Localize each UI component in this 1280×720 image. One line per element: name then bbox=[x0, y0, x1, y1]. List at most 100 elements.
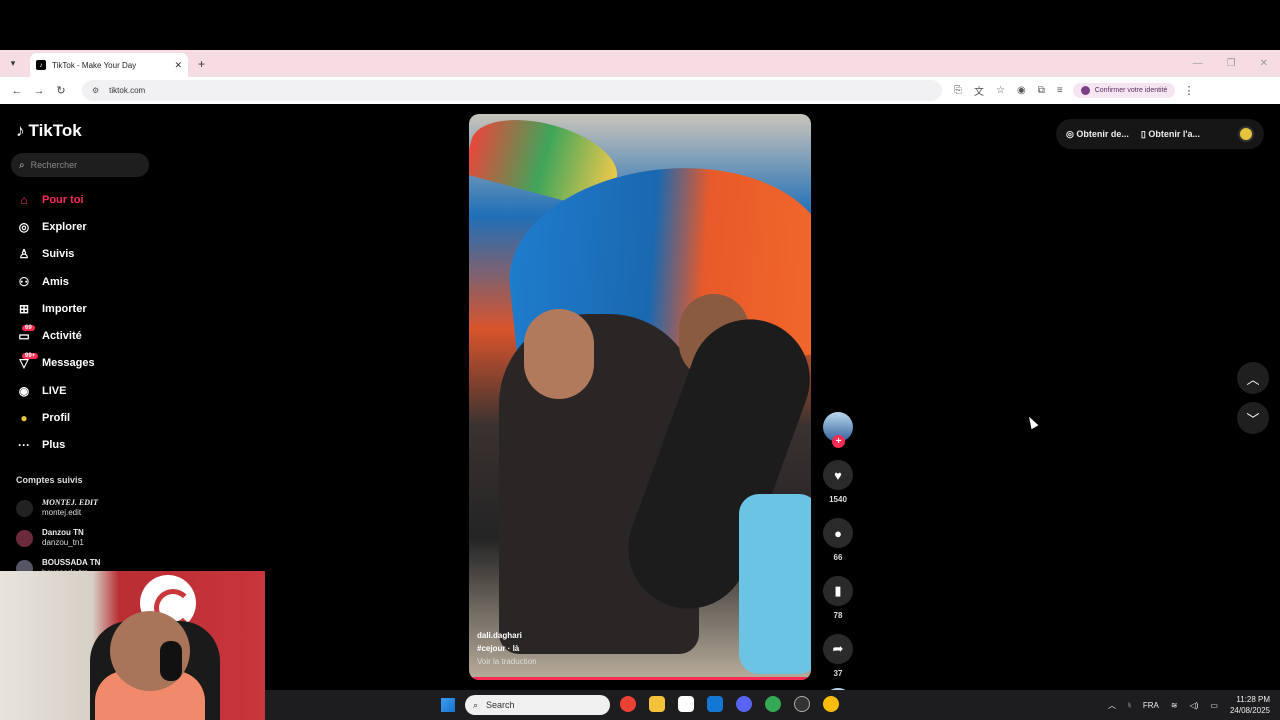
store-icon[interactable] bbox=[678, 696, 694, 712]
sidebar-item-importer[interactable]: ⊞ Importer bbox=[16, 295, 176, 322]
video-hashtags[interactable]: #cejour · là bbox=[477, 642, 537, 655]
obs-icon[interactable] bbox=[794, 696, 810, 712]
sidebar-item-label: Suivis bbox=[42, 248, 75, 261]
followed-username: danzou_tn1 bbox=[42, 538, 84, 547]
like-button[interactable]: ♥ bbox=[823, 460, 853, 490]
video-frame-cloth bbox=[739, 494, 811, 674]
search-input[interactable]: ⌕ Rechercher bbox=[11, 153, 149, 177]
translate-icon[interactable]: 文 bbox=[974, 83, 984, 98]
new-tab-icon[interactable]: + bbox=[198, 57, 205, 71]
tiktok-note-icon: ♪ bbox=[16, 121, 25, 140]
previous-video-button[interactable]: ︿ bbox=[1237, 362, 1269, 394]
install-app-icon[interactable]: ⎘ bbox=[954, 85, 962, 96]
system-tray: ︿ ♮ FRA ≋ ◁) ▭ 11:28 PM 24/08/2025 bbox=[1108, 694, 1270, 716]
file-explorer-icon[interactable] bbox=[649, 696, 665, 712]
followed-display-name: BOUSSADA TN bbox=[42, 558, 101, 567]
tiktok-favicon-icon: ♪ bbox=[36, 60, 46, 70]
video-player[interactable]: dali.daghari #cejour · là Voir la traduc… bbox=[469, 114, 811, 680]
wifi-icon[interactable]: ≋ bbox=[1171, 701, 1178, 710]
profile-icon: ● bbox=[20, 411, 28, 426]
browser-menu-icon[interactable]: ⋮ bbox=[1183, 84, 1194, 97]
video-author[interactable]: dali.daghari bbox=[477, 629, 537, 642]
forward-icon[interactable]: → bbox=[28, 85, 50, 97]
search-icon: ⌕ bbox=[19, 159, 25, 171]
sidebar-item-suivis[interactable]: ♙ Suivis bbox=[16, 241, 176, 268]
close-tab-icon[interactable]: ✕ bbox=[174, 60, 182, 71]
avatar bbox=[16, 529, 33, 547]
taskbar-search[interactable]: ⌕ Search bbox=[465, 695, 610, 715]
top-right-actions: ◎ Obtenir de... ▯ Obtenir l'a... bbox=[1056, 119, 1264, 149]
windows-start-icon[interactable] bbox=[441, 698, 455, 712]
taskbar-apps bbox=[620, 696, 839, 712]
save-button[interactable]: ▮ bbox=[823, 576, 853, 606]
like-count: 1540 bbox=[829, 495, 847, 504]
browser-tab[interactable]: ♪ TikTok - Make Your Day ✕ bbox=[30, 53, 188, 77]
sidebar-item-explorer[interactable]: ◎ Explorer bbox=[16, 213, 176, 240]
window-controls: — ❐ ✕ bbox=[1193, 58, 1280, 69]
sidebar-item-label: LIVE bbox=[42, 384, 67, 397]
url-text: tiktok.com bbox=[109, 86, 146, 95]
windows-taskbar: ⌕ Search ︿ ♮ FRA ≋ ◁) ▭ 11:28 PM 24/08/2… bbox=[265, 690, 1280, 720]
minimize-icon[interactable]: — bbox=[1193, 58, 1203, 69]
battery-icon[interactable]: ▭ bbox=[1210, 701, 1218, 710]
clock[interactable]: 11:28 PM 24/08/2025 bbox=[1230, 694, 1270, 716]
sidebar-item-pour-toi[interactable]: ⌂ Pour toi bbox=[16, 186, 176, 213]
tiktok-wordmark: TikTok bbox=[28, 121, 82, 140]
get-coins-button[interactable]: ◎ Obtenir de... bbox=[1066, 129, 1129, 140]
bookmark-star-icon[interactable]: ☆ bbox=[996, 85, 1005, 96]
sidebar-item-activite[interactable]: ▭ 69 Activité bbox=[16, 322, 176, 349]
sidebar-item-messages[interactable]: ▽ 99+ Messages bbox=[16, 350, 176, 377]
reload-icon[interactable]: ↻ bbox=[50, 84, 72, 97]
creator-avatar[interactable]: + bbox=[823, 412, 853, 448]
address-bar: ← → ↻ ⚙ tiktok.com ⎘ 文 ☆ ◉ ⧉ ≡ Confirmer… bbox=[0, 77, 1280, 104]
chevron-up-icon[interactable]: ︿ bbox=[1108, 700, 1116, 711]
see-translation-link[interactable]: Voir la traduction bbox=[477, 655, 537, 668]
list-item[interactable]: Danzou TN danzou_tn1 bbox=[16, 523, 166, 553]
video-frame-head bbox=[524, 309, 594, 399]
sidebar-item-label: Explorer bbox=[42, 220, 87, 233]
chrome-active-icon[interactable] bbox=[765, 696, 781, 712]
sidebar-item-amis[interactable]: ⚇ Amis bbox=[16, 268, 176, 295]
chrome-profile-icon[interactable] bbox=[823, 696, 839, 712]
discord-icon[interactable] bbox=[736, 696, 752, 712]
site-info-icon[interactable]: ⚙ bbox=[92, 86, 99, 95]
activity-badge: 69 bbox=[22, 325, 35, 332]
volume-icon[interactable]: ◁) bbox=[1190, 701, 1199, 710]
identity-button[interactable]: Confirmer votre identité bbox=[1072, 83, 1176, 98]
outlook-icon[interactable] bbox=[707, 696, 723, 712]
webcam-overlay bbox=[0, 571, 265, 720]
following-list: MONTEJ. EDIT montej.edit Danzou TN danzo… bbox=[16, 493, 166, 583]
share-button[interactable]: ➦ bbox=[823, 634, 853, 664]
follow-plus-icon[interactable]: + bbox=[832, 435, 845, 448]
media-controls-icon[interactable]: ≡ bbox=[1057, 85, 1063, 96]
url-field[interactable]: ⚙ tiktok.com bbox=[82, 80, 942, 101]
language-indicator[interactable]: FRA bbox=[1143, 701, 1159, 710]
get-app-button[interactable]: ▯ Obtenir l'a... bbox=[1141, 129, 1200, 140]
user-avatar[interactable] bbox=[1238, 126, 1254, 142]
chrome-icon[interactable] bbox=[620, 696, 636, 712]
profile-avatar-icon bbox=[1080, 86, 1090, 95]
extensions-icon[interactable]: ⧉ bbox=[1038, 85, 1045, 96]
sidebar-nav: ⌂ Pour toi ◎ Explorer ♙ Suivis ⚇ Amis ⊞ … bbox=[16, 186, 176, 459]
sidebar-item-label: Messages bbox=[42, 357, 95, 370]
list-item[interactable]: MONTEJ. EDIT montej.edit bbox=[16, 493, 166, 523]
tab-search-dropdown-icon[interactable]: ▾ bbox=[4, 55, 22, 73]
following-section-title: Comptes suivis bbox=[16, 475, 83, 485]
sidebar-item-label: Plus bbox=[42, 439, 66, 452]
tiktok-logo[interactable]: ♪ TikTok bbox=[16, 121, 82, 141]
comment-button[interactable]: ● bbox=[823, 518, 853, 548]
sidebar-item-live[interactable]: ◉ LIVE bbox=[16, 377, 176, 404]
home-icon: ⌂ bbox=[20, 192, 28, 207]
sidebar-item-profil[interactable]: ● Profil bbox=[16, 404, 176, 431]
video-progress-bar[interactable] bbox=[469, 677, 811, 680]
back-icon[interactable]: ← bbox=[6, 85, 28, 97]
restore-icon[interactable]: ❐ bbox=[1227, 58, 1236, 69]
sidebar-item-plus[interactable]: ··· Plus bbox=[16, 432, 176, 459]
sidebar-item-label: Pour toi bbox=[42, 193, 84, 206]
next-video-button[interactable]: ﹀ bbox=[1237, 402, 1269, 434]
close-window-icon[interactable]: ✕ bbox=[1260, 58, 1268, 69]
heart-icon: ♥ bbox=[834, 467, 842, 483]
microphone-icon[interactable]: ♮ bbox=[1128, 701, 1131, 710]
search-placeholder: Rechercher bbox=[30, 160, 78, 170]
extension-badge-icon[interactable]: ◉ bbox=[1017, 85, 1026, 96]
